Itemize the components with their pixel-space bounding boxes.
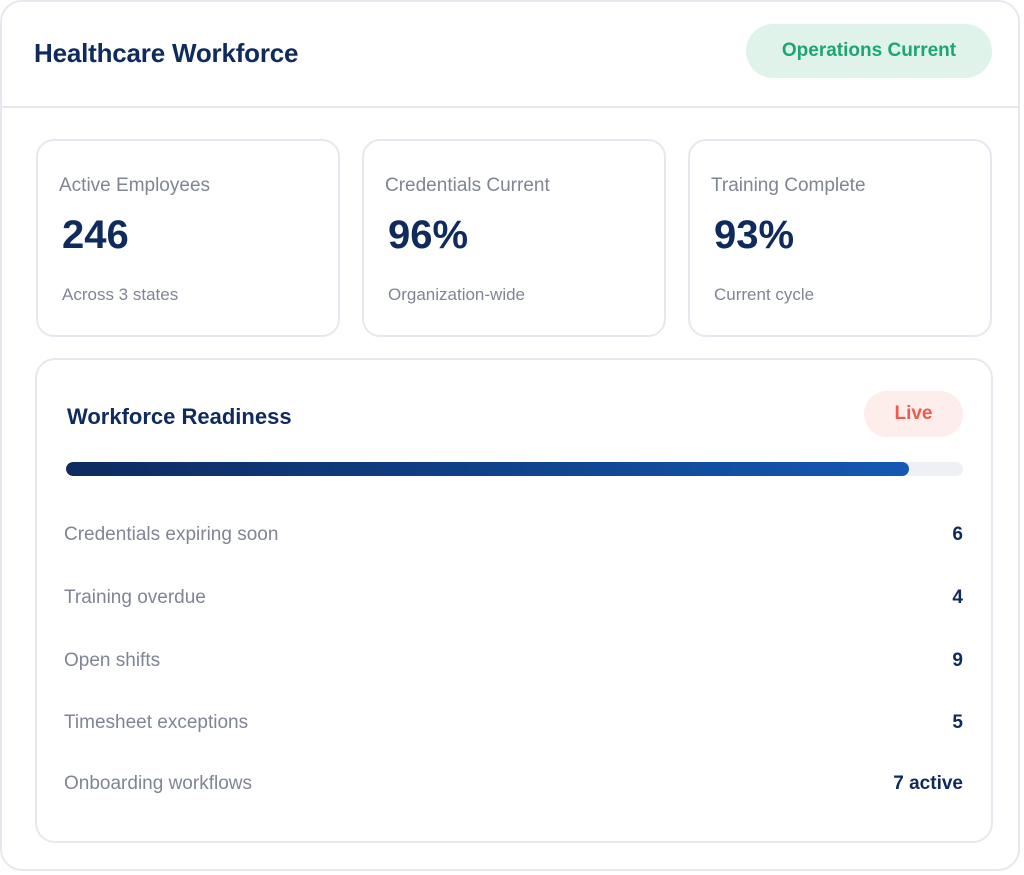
stat-subtitle: Across 3 states bbox=[62, 285, 179, 304]
stat-value: 246 bbox=[62, 213, 129, 257]
stat-value: 96% bbox=[388, 213, 469, 257]
stat-value: 93% bbox=[714, 213, 795, 257]
metric-value: 7 active bbox=[893, 773, 963, 794]
metric-row: Onboarding workflows 7 active bbox=[64, 773, 963, 803]
live-badge: Live bbox=[864, 391, 963, 437]
readiness-progress-bar bbox=[66, 462, 963, 476]
workforce-readiness-panel: Workforce Readiness Live Credentials exp… bbox=[35, 358, 993, 843]
metric-label: Credentials expiring soon bbox=[64, 524, 279, 545]
metric-label: Timesheet exceptions bbox=[64, 712, 249, 733]
stat-card-active-employees: Active Employees 246 Across 3 states bbox=[36, 139, 340, 337]
header: Healthcare Workforce Operations Current bbox=[2, 2, 1018, 108]
stat-subtitle: Organization-wide bbox=[388, 285, 526, 304]
stat-label: Training Complete bbox=[711, 175, 866, 196]
metric-value: 5 bbox=[952, 712, 963, 733]
metric-value: 9 bbox=[952, 650, 963, 671]
metric-label: Open shifts bbox=[64, 650, 161, 671]
metric-label: Training overdue bbox=[64, 587, 206, 608]
metric-row: Open shifts 9 bbox=[64, 650, 963, 680]
status-badge: Operations Current bbox=[746, 24, 992, 78]
stat-card-training-complete: Training Complete 93% Current cycle bbox=[688, 139, 992, 337]
stat-subtitle: Current cycle bbox=[714, 285, 815, 304]
stat-label: Active Employees bbox=[59, 175, 211, 196]
metric-row: Training overdue 4 bbox=[64, 587, 963, 617]
metric-value: 4 bbox=[952, 587, 963, 608]
metric-row: Credentials expiring soon 6 bbox=[64, 524, 963, 554]
stat-card-credentials-current: Credentials Current 96% Organization-wid… bbox=[362, 139, 666, 337]
workforce-dashboard-card: Healthcare Workforce Operations Current … bbox=[0, 0, 1020, 871]
section-title: Workforce Readiness bbox=[67, 404, 292, 429]
metric-value: 6 bbox=[952, 524, 963, 545]
metric-row: Timesheet exceptions 5 bbox=[64, 712, 963, 742]
stat-label: Credentials Current bbox=[385, 175, 550, 196]
metric-label: Onboarding workflows bbox=[64, 773, 252, 794]
readiness-progress-fill bbox=[66, 462, 910, 476]
page-title: Healthcare Workforce bbox=[34, 38, 299, 68]
